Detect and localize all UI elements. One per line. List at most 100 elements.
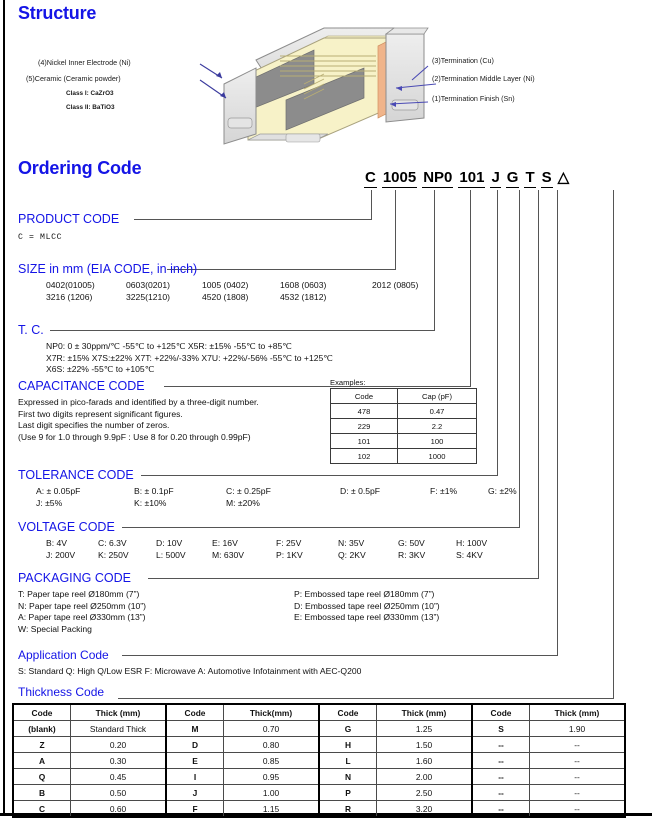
application-code-block: Application Code S: Standard Q: High Q/L…	[18, 648, 361, 678]
packaging-code-block: PACKAGING CODE T: Paper tape reel Ø180mm…	[18, 571, 440, 634]
tolerance-cell: D: ± 0.5pF	[340, 486, 381, 496]
thickness-cell-value: --	[529, 784, 626, 801]
thickness-cell-value: 0.80	[223, 736, 320, 753]
label-ceramic: (5)Ceramic (Ceramic powder)	[26, 74, 121, 83]
voltage-cell: C: 6.3V	[98, 538, 127, 548]
application-code-heading: Application Code	[18, 648, 109, 662]
leader-application-v	[557, 190, 558, 655]
thickness-cell-code: P	[318, 784, 377, 801]
table-row: B 0.50 J 1.00 P 2.50 -- --	[12, 784, 626, 801]
tc-code-line-3: X6S: ±22% -55℃ to +105℃	[46, 364, 155, 374]
thickness-cell-value: 2.50	[376, 784, 473, 801]
examples-header-cap: Cap (pF)	[397, 388, 477, 404]
thickness-header-code-4: Code	[471, 703, 530, 721]
voltage-cell: L: 500V	[156, 549, 186, 560]
tolerance-row-1: A: ± 0.05pF B: ± 0.1pF C: ± 0.25pF D: ± 0.5…	[18, 486, 517, 498]
thickness-header-thick-3: Thick (mm)	[376, 703, 473, 721]
code-segment-size: 1005	[381, 169, 418, 188]
leader-capacitance-v	[470, 190, 471, 386]
thickness-cell-code: S	[471, 720, 530, 737]
voltage-code-block: VOLTAGE CODE B: 4V C: 6.3V D: 10V E: 16V F: …	[18, 520, 487, 561]
label-termination-middle-layer: (2)Termination Middle Layer (Ni)	[432, 74, 535, 83]
thickness-table: Code Thick (mm) Code Thick(mm) Code Thic…	[12, 703, 626, 818]
examples-header-row: Code Cap (pF)	[330, 388, 477, 404]
size-cell: 0402(01005)	[46, 280, 95, 290]
thickness-cell-value: 0.60	[70, 800, 167, 818]
table-row: 478 0.47	[330, 403, 477, 419]
thickness-header-thick-1: Thick (mm)	[70, 703, 167, 721]
leader-tolerance-v	[497, 190, 498, 475]
size-cell: 1608 (0603)	[280, 280, 327, 290]
application-code-line: S: Standard Q: High Q/Low ESR F: Microwa…	[18, 666, 362, 676]
tolerance-cell: K: ±10%	[134, 497, 167, 508]
table-row: 102 1000	[330, 448, 477, 464]
tolerance-cell: J: ±5%	[36, 497, 63, 508]
thickness-cell-value: 0.20	[70, 736, 167, 753]
thickness-cell-value: 0.50	[70, 784, 167, 801]
packaging-right-1: P: Embossed tape reel Ø180mm (7”)	[294, 589, 435, 599]
examples-cell-code: 478	[330, 403, 398, 419]
size-cell: 4520 (1808)	[202, 291, 249, 302]
table-row: 101 100	[330, 433, 477, 449]
packaging-left-2: N: Paper tape reel Ø250mm (10”)	[18, 600, 147, 611]
thickness-cell-code: --	[471, 736, 530, 753]
voltage-cell: Q: 2KV	[338, 549, 366, 560]
leader-tc-v	[434, 190, 435, 330]
code-segment-tolerance: J	[490, 169, 501, 188]
voltage-cell: R: 3KV	[398, 549, 426, 560]
thickness-cell-code: J	[165, 784, 224, 801]
tolerance-cell: B: ± 0.1pF	[134, 486, 174, 496]
tolerance-cell: F: ±1%	[430, 486, 458, 496]
tc-code-line-2: X7R: ±15% X7S:±22% X7T: +22%/-33% X7U: +…	[46, 352, 333, 363]
thickness-cell-code: --	[471, 800, 530, 818]
code-segment-capacitance: 101	[458, 169, 486, 188]
code-segment-application: S	[540, 169, 553, 188]
structure-section-title: Structure	[18, 3, 97, 23]
voltage-cell: H: 100V	[456, 538, 488, 548]
examples-cell-code: 102	[330, 448, 398, 464]
code-segment-product: C	[364, 169, 377, 188]
ordering-code-string: C 1005 NP0 101 J G T S △	[364, 170, 574, 190]
thickness-cell-code: L	[318, 752, 377, 769]
leader-voltage-v	[519, 190, 520, 527]
thickness-cell-code: --	[471, 784, 530, 801]
voltage-cell: N: 35V	[338, 538, 365, 548]
thickness-cell-code: G	[318, 720, 377, 737]
examples-cell-cap: 100	[397, 433, 477, 449]
size-cell: 3216 (1206)	[46, 291, 93, 302]
leader-product-v	[371, 190, 372, 219]
voltage-cell: F: 25V	[276, 538, 302, 548]
leader-product-h	[134, 219, 372, 220]
thickness-cell-value: --	[529, 800, 626, 818]
size-code-block: SIZE in mm (EIA CODE, in inch) 0402(0100…	[18, 262, 418, 303]
tc-code-heading: T. C.	[18, 323, 44, 337]
size-cell: 4532 (1812)	[280, 291, 327, 302]
table-row: (blank) Standard Thick M 0.70 G 1.25 S 1…	[12, 720, 626, 737]
thickness-cell-value: 1.00	[223, 784, 320, 801]
examples-table: Code Cap (pF) 478 0.47 229 2.2 101 100 102 1…	[330, 388, 477, 464]
thickness-cell-value: 1.60	[376, 752, 473, 769]
thickness-header-row: Code Thick (mm) Code Thick(mm) Code Thic…	[12, 703, 626, 721]
code-segment-voltage: G	[505, 169, 520, 188]
voltage-cell: K: 250V	[98, 549, 129, 560]
thickness-cell-code: A	[12, 752, 71, 769]
thickness-code-heading: Thickness Code	[18, 685, 105, 699]
thickness-cell-code: F	[165, 800, 224, 818]
thickness-cell-code: Q	[12, 768, 71, 785]
thickness-cell-code: I	[165, 768, 224, 785]
tolerance-cell: M: ±20%	[226, 497, 260, 508]
voltage-cell: B: 4V	[46, 538, 68, 548]
thickness-cell-code: C	[12, 800, 71, 818]
code-segment-packaging: T	[524, 169, 536, 188]
voltage-code-heading: VOLTAGE CODE	[18, 520, 115, 534]
thickness-cell-value: 0.30	[70, 752, 167, 769]
tolerance-cell: C: ± 0.25pF	[226, 486, 271, 496]
thickness-cell-code: R	[318, 800, 377, 818]
examples-cell-cap: 1000	[397, 448, 477, 464]
leader-packaging-v	[538, 190, 539, 578]
code-segment-thickness: △	[557, 169, 570, 186]
product-code-heading: PRODUCT CODE	[18, 212, 120, 226]
thickness-table-wrap: Code Thick (mm) Code Thick(mm) Code Thic…	[12, 703, 626, 818]
packaging-left-3: A: Paper tape reel Ø330mm (13”)	[18, 612, 146, 622]
thickness-cell-value: --	[529, 736, 626, 753]
